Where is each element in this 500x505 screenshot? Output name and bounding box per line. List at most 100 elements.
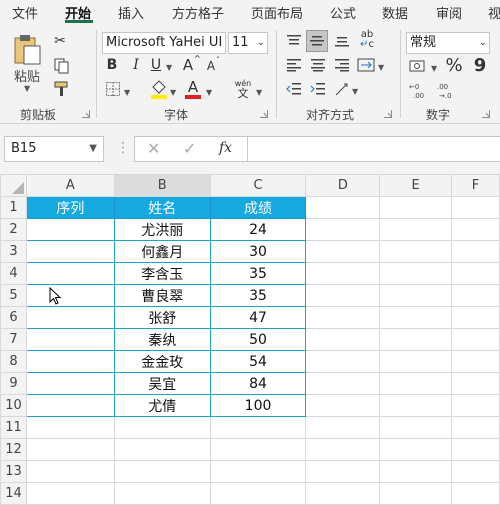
cell[interactable]: [25, 438, 115, 461]
cell[interactable]: [305, 218, 381, 241]
cell[interactable]: [451, 394, 500, 417]
select-all-corner[interactable]: [0, 174, 27, 197]
decrease-indent-icon[interactable]: [284, 80, 304, 98]
name-cell[interactable]: 张舒: [113, 306, 211, 329]
tab-review[interactable]: 审阅: [436, 3, 462, 22]
row-header[interactable]: 6: [0, 306, 27, 329]
tab-page-layout[interactable]: 页面布局: [251, 3, 303, 22]
row-header[interactable]: 13: [0, 460, 27, 483]
row-header[interactable]: 12: [0, 438, 27, 461]
cell[interactable]: [305, 482, 381, 505]
number-launcher-icon[interactable]: [482, 110, 490, 118]
cell[interactable]: [451, 438, 500, 461]
cell[interactable]: [305, 438, 381, 461]
cell[interactable]: [379, 196, 453, 219]
name-cell[interactable]: 尤倩: [113, 394, 211, 417]
index-cell[interactable]: [25, 284, 115, 307]
underline-button[interactable]: U: [148, 55, 164, 75]
copy-icon[interactable]: [52, 57, 72, 75]
insert-function-button[interactable]: fx: [219, 140, 232, 156]
merge-dropdown-icon[interactable]: ▼: [378, 63, 384, 72]
decrease-decimal-icon[interactable]: .00 →.0: [436, 80, 460, 100]
column-header[interactable]: E: [379, 174, 453, 197]
borders-dropdown-icon[interactable]: ▼: [124, 88, 130, 97]
cell[interactable]: [305, 460, 381, 483]
cell[interactable]: [209, 482, 307, 505]
index-cell[interactable]: [25, 218, 115, 241]
tab-formulas[interactable]: 公式: [330, 3, 356, 22]
cell[interactable]: [305, 350, 381, 373]
merge-center-icon[interactable]: [356, 56, 376, 74]
tab-view[interactable]: 视: [488, 3, 500, 22]
cell[interactable]: [305, 284, 381, 307]
row-header[interactable]: 7: [0, 328, 27, 351]
row-header[interactable]: 11: [0, 416, 27, 439]
increase-indent-icon[interactable]: [308, 80, 328, 98]
wrap-text-icon[interactable]: ab ↵c: [356, 28, 378, 52]
phonetic-guide-button[interactable]: wén 文: [232, 78, 254, 100]
score-cell[interactable]: 54: [209, 350, 307, 373]
row-header[interactable]: 8: [0, 350, 27, 373]
cell[interactable]: [209, 438, 307, 461]
cell[interactable]: [379, 416, 453, 439]
score-cell[interactable]: 100: [209, 394, 307, 417]
orientation-icon[interactable]: [332, 80, 352, 98]
align-right-icon[interactable]: [332, 56, 352, 74]
cell[interactable]: [113, 438, 211, 461]
cell[interactable]: [113, 482, 211, 505]
formula-input[interactable]: [247, 136, 500, 162]
header-cell[interactable]: 姓名: [113, 196, 211, 219]
align-center-icon[interactable]: [308, 56, 328, 74]
cell[interactable]: [379, 372, 453, 395]
borders-icon[interactable]: [104, 80, 122, 98]
align-middle-icon[interactable]: [306, 30, 328, 52]
underline-dropdown-icon[interactable]: ▼: [166, 63, 172, 72]
cell[interactable]: [305, 394, 381, 417]
index-cell[interactable]: [25, 262, 115, 285]
accounting-format-icon[interactable]: [408, 57, 430, 75]
cancel-icon[interactable]: ✕: [147, 139, 160, 158]
tab-ffgz[interactable]: 方方格子: [172, 3, 224, 22]
name-box[interactable]: B15 ▼: [4, 136, 104, 162]
row-header[interactable]: 14: [0, 482, 27, 505]
score-cell[interactable]: 24: [209, 218, 307, 241]
cell[interactable]: [451, 306, 500, 329]
row-header[interactable]: 2: [0, 218, 27, 241]
row-header[interactable]: 10: [0, 394, 27, 417]
drag-handle-icon[interactable]: ⋮: [116, 140, 130, 156]
cell[interactable]: [379, 460, 453, 483]
cell[interactable]: [305, 262, 381, 285]
phonetic-dropdown-icon[interactable]: ▼: [256, 88, 262, 97]
name-cell[interactable]: 秦纨: [113, 328, 211, 351]
tab-insert[interactable]: 插入: [118, 3, 144, 22]
paste-button[interactable]: [10, 32, 44, 66]
cell[interactable]: [451, 482, 500, 505]
cell[interactable]: [305, 328, 381, 351]
cell[interactable]: [451, 350, 500, 373]
font-color-button[interactable]: A: [184, 78, 202, 100]
name-cell[interactable]: 金金玫: [113, 350, 211, 373]
score-cell[interactable]: 30: [209, 240, 307, 263]
cell[interactable]: [379, 284, 453, 307]
column-header[interactable]: B: [113, 174, 211, 197]
index-cell[interactable]: [25, 394, 115, 417]
column-header[interactable]: A: [25, 174, 115, 197]
name-cell[interactable]: 吴宜: [113, 372, 211, 395]
cell[interactable]: [379, 394, 453, 417]
row-header[interactable]: 5: [0, 284, 27, 307]
score-cell[interactable]: 35: [209, 284, 307, 307]
score-cell[interactable]: 50: [209, 328, 307, 351]
increase-decimal-icon[interactable]: ←0.00: [408, 80, 432, 100]
column-header[interactable]: F: [451, 174, 500, 197]
cell[interactable]: [25, 482, 115, 505]
font-launcher-icon[interactable]: [260, 110, 268, 118]
enter-icon[interactable]: ✓: [183, 139, 196, 158]
score-cell[interactable]: 84: [209, 372, 307, 395]
cell[interactable]: [451, 328, 500, 351]
index-cell[interactable]: [25, 306, 115, 329]
alignment-launcher-icon[interactable]: [384, 110, 392, 118]
cell[interactable]: [379, 262, 453, 285]
header-cell[interactable]: 序列: [25, 196, 115, 219]
cell[interactable]: [379, 218, 453, 241]
cell[interactable]: [305, 306, 381, 329]
